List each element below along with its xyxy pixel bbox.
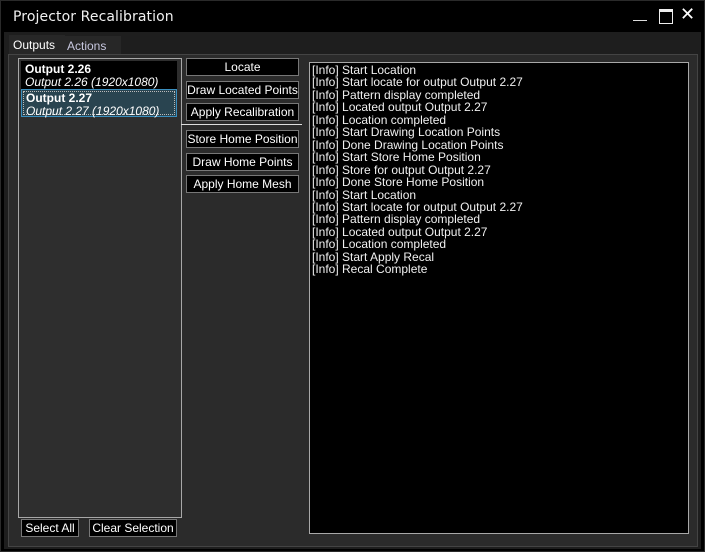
tab-actions[interactable]: Actions xyxy=(63,36,121,56)
select-all-button[interactable]: Select All xyxy=(21,519,79,537)
apply-home-mesh-button[interactable]: Apply Home Mesh xyxy=(186,175,299,193)
output-list-item[interactable]: Output 2.26 Output 2.26 (1920x1080) xyxy=(21,61,177,89)
maximize-icon[interactable] xyxy=(657,7,677,25)
store-home-position-button[interactable]: Store Home Position xyxy=(186,130,299,148)
log-output[interactable]: [Info] Start Location [Info] Start locate… xyxy=(309,62,689,534)
outputs-tab-panel: Output 2.26 Output 2.26 (1920x1080) Outp… xyxy=(8,54,698,547)
locate-button[interactable]: Locate xyxy=(186,58,299,76)
output-name: Output 2.26 xyxy=(25,62,92,76)
separator xyxy=(181,124,302,125)
main-area: Outputs Actions Output 2.26 Output 2.26 … xyxy=(4,32,701,549)
clear-selection-button[interactable]: Clear Selection xyxy=(89,519,177,537)
window-title: Projector Recalibration xyxy=(13,9,174,25)
close-icon[interactable]: ✕ xyxy=(680,5,700,23)
log-line: [Info] Recal Complete xyxy=(312,262,428,277)
output-list-item-selected[interactable]: Output 2.27 Output 2.27 (1920x1080) xyxy=(21,89,177,118)
projector-recalibration-window: Projector Recalibration ✕ Outputs Action… xyxy=(0,0,705,552)
title-bar[interactable]: Projector Recalibration ✕ xyxy=(1,1,704,31)
tab-outputs[interactable]: Outputs xyxy=(9,35,65,55)
output-name: Output 2.27 xyxy=(26,91,93,105)
apply-recalibration-button[interactable]: Apply Recalibration xyxy=(186,103,299,121)
minimize-icon[interactable] xyxy=(631,7,651,25)
outputs-listbox[interactable]: Output 2.26 Output 2.26 (1920x1080) Outp… xyxy=(18,58,182,518)
draw-located-points-button[interactable]: Draw Located Points xyxy=(186,81,299,99)
draw-home-points-button[interactable]: Draw Home Points xyxy=(186,153,299,171)
output-detail: Output 2.27 (1920x1080) xyxy=(26,104,160,118)
output-detail: Output 2.26 (1920x1080) xyxy=(25,75,159,89)
